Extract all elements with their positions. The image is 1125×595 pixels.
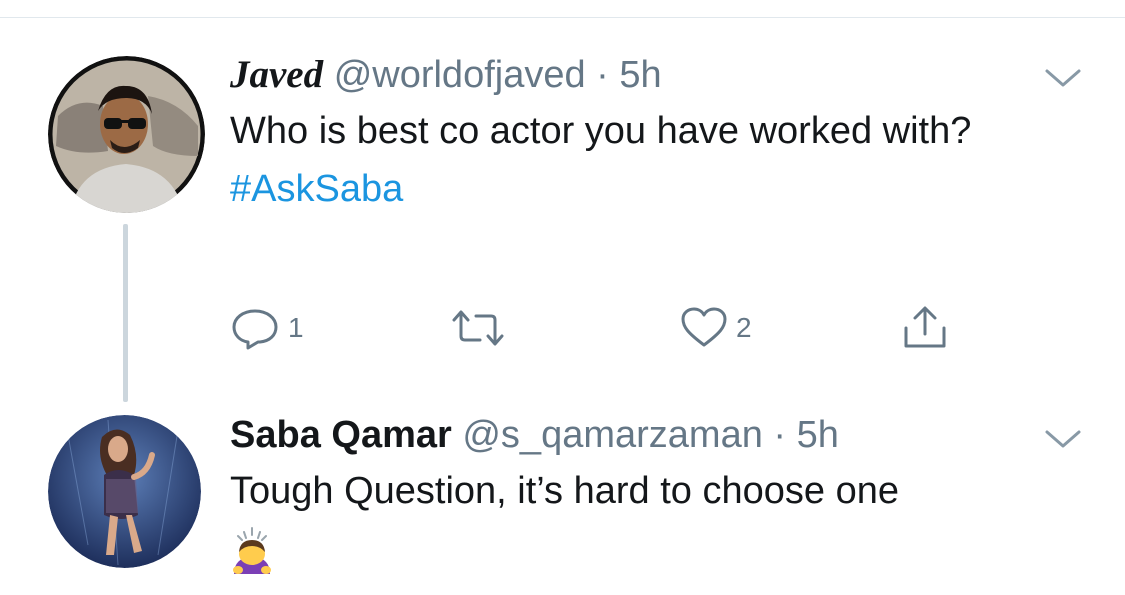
hashtag-link[interactable]: #AskSaba [230,160,1070,218]
retweet-button[interactable] [448,303,514,353]
handle[interactable]: @s_qamarzaman [462,414,762,456]
tweet-header: Javed @worldofjaved · 5h [230,52,1070,98]
share-button[interactable] [900,303,950,353]
chevron-down-icon[interactable] [1043,66,1083,90]
share-icon [900,304,950,352]
like-count: 2 [736,312,752,343]
timestamp[interactable]: 5h [797,414,839,456]
heart-icon [678,305,730,351]
thread-connector-line [123,224,128,402]
separator-dot: · [773,414,787,456]
tweet-text: Tough Question, it’s hard to choose one [230,470,899,512]
avatar-saba-qamar[interactable] [48,415,201,568]
timestamp[interactable]: 5h [619,54,661,96]
separator-dot: · [596,54,609,96]
tweet-text: Who is best co actor you have worked wit… [230,110,972,152]
display-name[interactable]: Saba Qamar [230,414,452,456]
chevron-down-icon[interactable] [1043,427,1083,451]
like-button[interactable]: 2 [678,303,752,353]
tweet-header: Saba Qamar @s_qamarzaman · 5h [230,412,1070,458]
retweet-icon [448,306,508,350]
display-name[interactable]: Javed [230,53,323,96]
reply-button[interactable]: 1 [228,303,304,353]
tweet-actions: 1 2 [228,303,988,353]
avatar-javed[interactable] [48,56,205,213]
tweet-saba-qamar[interactable]: Saba Qamar @s_qamarzaman · 5h Tough Ques… [230,412,1070,520]
tweet-javed[interactable]: Javed @worldofjaved · 5h Who is best co … [230,52,1070,218]
top-divider [0,17,1125,18]
person-bowing-icon [230,526,274,578]
reply-count: 1 [288,312,304,343]
reply-icon [228,305,282,351]
handle[interactable]: @worldofjaved [334,54,586,96]
